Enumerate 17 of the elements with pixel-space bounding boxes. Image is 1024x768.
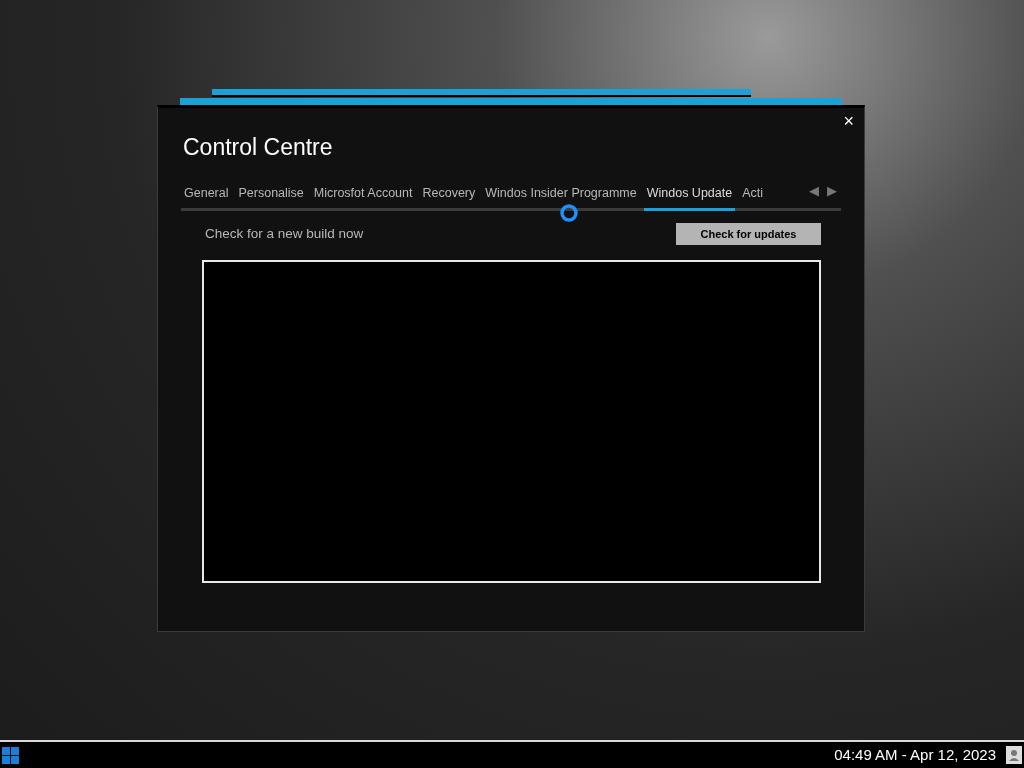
close-button[interactable]: ×	[843, 112, 854, 130]
check-updates-button[interactable]: Check for updates	[676, 223, 821, 245]
scroll-right-button[interactable]: ▶	[823, 180, 841, 208]
tab[interactable]: Windos Insider Programme	[482, 184, 640, 211]
taskbar-clock: 04:49 AM - Apr 12, 2023	[834, 744, 996, 765]
start-icon[interactable]	[2, 746, 19, 764]
tab[interactable]: Recovery	[419, 184, 479, 211]
tab[interactable]: Microsfot Account	[310, 184, 416, 211]
scroll-left-button[interactable]: ◀	[805, 180, 823, 208]
tab[interactable]: General	[181, 184, 232, 211]
prompt-text: Check for a new build now	[205, 224, 364, 243]
tab[interactable]: Windos Update	[643, 184, 736, 211]
user-icon[interactable]	[1006, 746, 1022, 764]
window-title: Control Centre	[183, 133, 333, 162]
tab[interactable]: Acti	[739, 184, 767, 211]
tab[interactable]: Personalise	[235, 184, 307, 211]
busy-cursor-icon	[559, 202, 579, 223]
